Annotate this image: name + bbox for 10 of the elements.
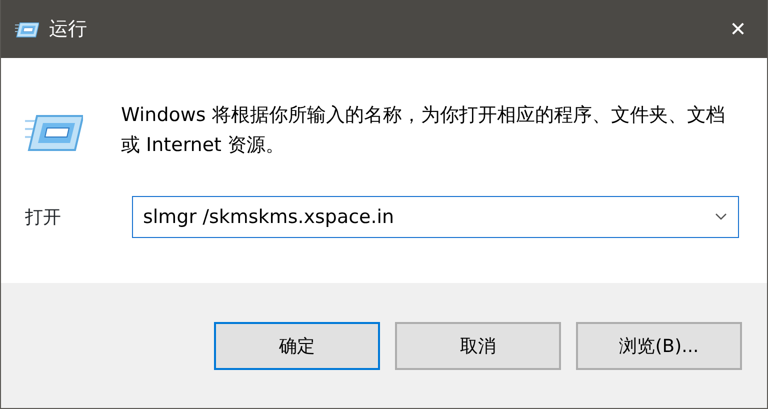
command-field[interactable]: slmgr /skmskms.xspace.in [132,196,739,238]
open-label: 打开 [25,206,62,230]
run-icon [15,20,39,38]
close-button[interactable]: ✕ [709,0,767,58]
window-title: 运行 [49,16,87,42]
dropdown-icon[interactable] [715,213,727,221]
dialog-button[interactable]: 取消 [395,322,561,370]
dialog-button[interactable]: 确定 [214,322,380,370]
dialog-button[interactable]: 浏览(B)... [576,322,742,370]
description-text: Windows 将根据你所输入的名称，为你打开相应的程序、文件夹、文档或 Internet 资源。 [121,103,726,158]
